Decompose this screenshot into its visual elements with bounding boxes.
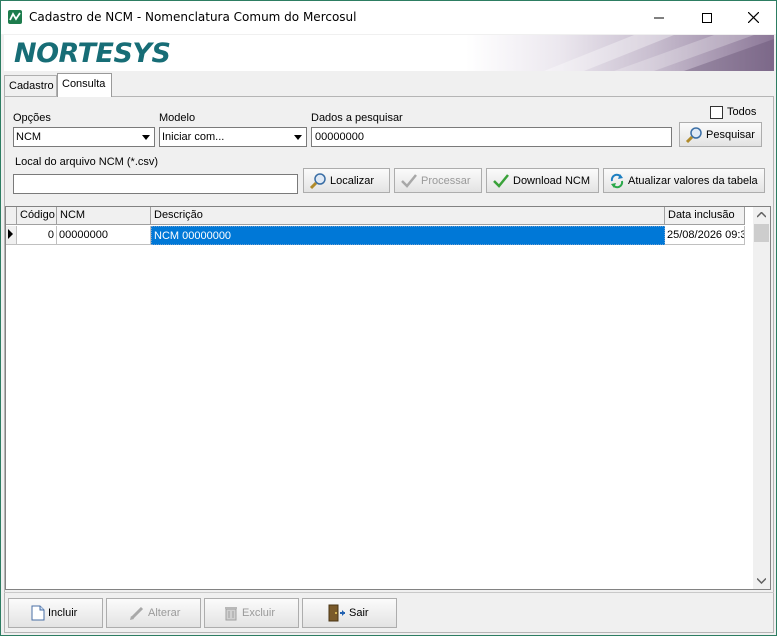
column-header-data-inclusao[interactable]: Data inclusão <box>665 207 745 225</box>
processar-label: Processar <box>421 174 471 187</box>
alterar-label: Alterar <box>148 607 181 619</box>
dados-label: Dados a pesquisar <box>311 112 403 124</box>
processar-button[interactable]: Processar <box>394 168 482 193</box>
minimize-icon <box>654 17 664 18</box>
todos-checkbox[interactable] <box>710 106 723 119</box>
maximize-icon <box>702 12 712 23</box>
trash-icon <box>225 607 237 621</box>
tab-consulta[interactable]: Consulta <box>57 73 112 97</box>
cell-descricao[interactable]: NCM 00000000 <box>151 226 665 245</box>
exit-door-icon <box>328 604 345 622</box>
checkmark-icon <box>493 173 509 188</box>
opcoes-label: Opções <box>13 112 51 124</box>
search-icon <box>685 126 702 143</box>
sair-label: Sair <box>349 607 369 619</box>
opcoes-select[interactable]: NCM <box>13 127 155 147</box>
close-button[interactable] <box>730 1 776 34</box>
nortesys-logo: NORTESYS <box>14 38 171 69</box>
cell-data-inclusao[interactable]: 25/08/2026 09:3 <box>665 226 745 245</box>
modelo-value: Iniciar com... <box>162 131 225 143</box>
alterar-button[interactable]: Alterar <box>106 598 201 628</box>
dados-pesquisar-input[interactable]: 00000000 <box>311 127 672 147</box>
vertical-scrollbar[interactable] <box>753 207 770 589</box>
scroll-down-icon[interactable] <box>757 578 766 584</box>
chevron-down-icon[interactable] <box>138 128 154 146</box>
local-arquivo-label: Local do arquivo NCM (*.csv) <box>15 156 159 168</box>
pesquisar-label: Pesquisar <box>706 128 755 141</box>
column-header-descricao[interactable]: Descrição <box>151 207 665 225</box>
atualizar-tabela-button[interactable]: Atualizar valores da tabela <box>603 168 765 193</box>
refresh-icon <box>610 173 624 188</box>
local-arquivo-input[interactable] <box>13 174 298 194</box>
tab-cadastro[interactable]: Cadastro <box>4 75 57 96</box>
excluir-label: Excluir <box>242 607 276 619</box>
excluir-button[interactable]: Excluir <box>204 598 299 628</box>
window-title: Cadastro de NCM - Nomenclatura Comum do … <box>29 10 357 24</box>
download-ncm-button[interactable]: Download NCM <box>486 168 599 193</box>
incluir-button[interactable]: Incluir <box>8 598 103 628</box>
pesquisar-button[interactable]: Pesquisar <box>679 122 762 147</box>
column-header-ncm[interactable]: NCM <box>57 207 151 225</box>
checkmark-icon <box>401 173 417 188</box>
incluir-label: Incluir <box>48 607 78 619</box>
app-icon <box>8 10 22 24</box>
maximize-button[interactable] <box>684 1 730 34</box>
row-indicator-header <box>6 207 17 225</box>
title-bar[interactable]: Cadastro de NCM - Nomenclatura Comum do … <box>1 1 776 34</box>
ncm-grid[interactable]: Código NCM Descrição Data inclusão 0 000… <box>5 206 771 590</box>
scroll-up-icon[interactable] <box>757 212 766 218</box>
cell-ncm[interactable]: 00000000 <box>57 226 151 245</box>
chevron-down-icon[interactable] <box>290 128 306 146</box>
minimize-button[interactable] <box>636 1 682 34</box>
modelo-select[interactable]: Iniciar com... <box>159 127 307 147</box>
todos-label: Todos <box>727 106 757 118</box>
localizar-button[interactable]: Localizar <box>303 168 390 193</box>
column-header-codigo[interactable]: Código <box>17 207 57 225</box>
atualizar-tabela-label: Atualizar valores da tabela <box>628 174 758 187</box>
close-icon <box>747 12 759 23</box>
sair-button[interactable]: Sair <box>302 598 397 628</box>
banner-decoration <box>544 35 774 71</box>
search-icon <box>309 172 326 189</box>
cell-codigo[interactable]: 0 <box>17 226 57 245</box>
download-ncm-label: Download NCM <box>513 174 591 187</box>
brand-banner: NORTESYS <box>4 35 774 71</box>
current-row-indicator <box>6 226 17 245</box>
new-document-icon <box>31 605 45 621</box>
scrollbar-thumb[interactable] <box>754 224 769 242</box>
localizar-label: Localizar <box>330 174 375 187</box>
opcoes-value: NCM <box>16 131 42 143</box>
bottom-toolbar: Incluir Alterar Excluir Sair <box>4 592 774 633</box>
main-window: Cadastro de NCM - Nomenclatura Comum do … <box>0 0 777 636</box>
modelo-label: Modelo <box>159 112 196 124</box>
pencil-icon <box>130 606 144 620</box>
row-pointer-icon <box>8 229 13 239</box>
